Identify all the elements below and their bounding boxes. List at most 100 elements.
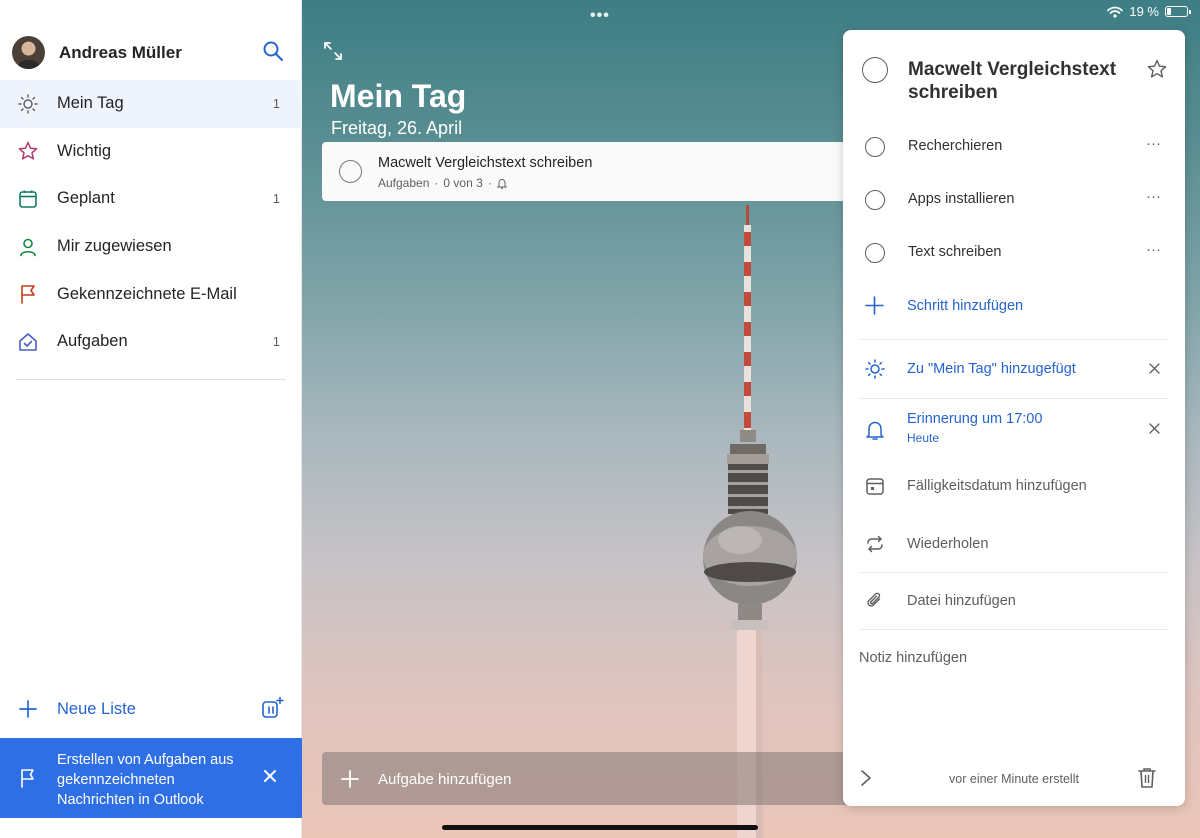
step-item[interactable]: Text schreiben ··· bbox=[843, 233, 1185, 273]
task-list-name: Aufgaben bbox=[378, 176, 430, 190]
sun-icon bbox=[865, 359, 885, 379]
multitasking-dots[interactable]: ••• bbox=[590, 7, 610, 25]
sidebar: Andreas Müller Mein Tag 1 Wichtig Geplan… bbox=[0, 0, 302, 838]
step-label[interactable]: Text schreiben bbox=[908, 244, 1002, 260]
detail-complete-checkbox[interactable] bbox=[862, 57, 888, 83]
battery-percent: 19 % bbox=[1129, 4, 1159, 19]
step-checkbox[interactable] bbox=[865, 137, 885, 157]
sidebar-item-label: Gekennzeichnete E-Mail bbox=[57, 284, 237, 303]
due-date-label: Fälligkeitsdatum hinzufügen bbox=[907, 478, 1087, 494]
task-complete-checkbox[interactable] bbox=[339, 160, 362, 183]
sidebar-item-aufgaben[interactable]: Aufgaben 1 bbox=[0, 318, 302, 366]
add-task-input[interactable]: Aufgabe hinzufügen bbox=[322, 752, 862, 805]
star-icon[interactable] bbox=[1146, 58, 1168, 80]
add-step-label: Schritt hinzufügen bbox=[907, 298, 1024, 314]
step-checkbox[interactable] bbox=[865, 190, 885, 210]
task-item[interactable]: Macwelt Vergleichstext schreiben Aufgabe… bbox=[322, 142, 862, 201]
bell-icon bbox=[866, 421, 884, 440]
divider bbox=[859, 629, 1169, 630]
add-file-row[interactable]: Datei hinzufügen bbox=[843, 581, 1185, 621]
remove-reminder-icon[interactable] bbox=[1148, 422, 1161, 435]
paperclip-icon bbox=[867, 592, 881, 607]
expand-icon[interactable] bbox=[322, 40, 344, 62]
new-list-button[interactable]: Neue Liste bbox=[0, 690, 302, 728]
sidebar-nav: Mein Tag 1 Wichtig Geplant 1 Mir zugewie… bbox=[0, 80, 302, 366]
step-more-button[interactable]: ··· bbox=[1146, 241, 1161, 258]
trash-icon[interactable] bbox=[1136, 766, 1158, 790]
sidebar-item-label: Wichtig bbox=[57, 141, 112, 160]
battery-icon bbox=[1165, 6, 1191, 17]
profile-header[interactable]: Andreas Müller bbox=[0, 30, 302, 74]
status-bar: 19 % bbox=[1107, 4, 1191, 19]
sidebar-item-mein-tag[interactable]: Mein Tag 1 bbox=[0, 80, 302, 128]
detail-title[interactable]: Macwelt Vergleichstext schreiben bbox=[908, 58, 1133, 104]
divider bbox=[859, 398, 1169, 399]
task-title: Macwelt Vergleichstext schreiben bbox=[378, 155, 593, 171]
detail-footer: vor einer Minute erstellt bbox=[843, 760, 1185, 796]
divider bbox=[859, 572, 1169, 573]
bell-icon bbox=[496, 178, 507, 189]
step-label[interactable]: Recherchieren bbox=[908, 138, 1002, 154]
add-file-label: Datei hinzufügen bbox=[907, 593, 1016, 609]
plus-icon bbox=[341, 770, 359, 788]
sidebar-item-mir-zugewiesen[interactable]: Mir zugewiesen bbox=[0, 223, 302, 271]
add-task-label: Aufgabe hinzufügen bbox=[378, 771, 512, 788]
reminder-row[interactable]: Erinnerung um 17:00 Heute bbox=[843, 406, 1185, 458]
repeat-row[interactable]: Wiederholen bbox=[843, 524, 1185, 564]
reminder-sub: Heute bbox=[907, 431, 940, 445]
sidebar-item-gekennzeichnete-email[interactable]: Gekennzeichnete E-Mail bbox=[0, 270, 302, 318]
due-date-row[interactable]: Fälligkeitsdatum hinzufügen bbox=[843, 466, 1185, 506]
divider bbox=[859, 339, 1169, 340]
calendar-icon bbox=[19, 190, 37, 208]
note-field[interactable]: Notiz hinzufügen bbox=[859, 650, 967, 666]
step-checkbox[interactable] bbox=[865, 243, 885, 263]
plus-icon bbox=[865, 296, 884, 315]
step-more-button[interactable]: ··· bbox=[1146, 135, 1161, 152]
meta-separator: · bbox=[487, 176, 492, 190]
created-timestamp: vor einer Minute erstellt bbox=[949, 772, 1079, 786]
step-more-button[interactable]: ··· bbox=[1146, 188, 1161, 205]
calendar-icon bbox=[866, 478, 884, 495]
wifi-icon bbox=[1107, 6, 1124, 18]
my-day-label: Zu "Mein Tag" hinzugefügt bbox=[907, 361, 1076, 377]
sidebar-item-wichtig[interactable]: Wichtig bbox=[0, 128, 302, 176]
sidebar-item-label: Aufgaben bbox=[57, 332, 128, 351]
meta-separator: · bbox=[434, 176, 439, 190]
user-name: Andreas Müller bbox=[59, 43, 182, 62]
close-icon[interactable] bbox=[262, 768, 278, 784]
flag-icon bbox=[21, 769, 34, 788]
outlook-banner[interactable]: Erstellen von Aufgaben aus gekennzeichne… bbox=[0, 738, 302, 818]
sidebar-item-count: 1 bbox=[272, 191, 280, 207]
new-group-icon[interactable] bbox=[260, 696, 284, 720]
sidebar-divider bbox=[16, 379, 286, 380]
step-item[interactable]: Recherchieren ··· bbox=[843, 127, 1185, 167]
home-indicator[interactable] bbox=[442, 825, 758, 830]
step-label[interactable]: Apps installieren bbox=[908, 191, 1014, 207]
sidebar-item-label: Geplant bbox=[57, 189, 115, 208]
avatar[interactable] bbox=[12, 36, 45, 69]
page-title: Mein Tag bbox=[330, 78, 467, 114]
task-detail-panel: Macwelt Vergleichstext schreiben Recherc… bbox=[843, 30, 1185, 806]
plus-icon bbox=[19, 700, 37, 718]
sidebar-item-label: Mein Tag bbox=[57, 94, 124, 113]
new-list-label: Neue Liste bbox=[57, 700, 136, 718]
page-date: Freitag, 26. April bbox=[331, 118, 463, 138]
reminder-label: Erinnerung um 17:00 bbox=[907, 411, 1043, 427]
repeat-icon bbox=[867, 535, 883, 553]
sidebar-item-count: 1 bbox=[272, 96, 280, 112]
step-item[interactable]: Apps installieren ··· bbox=[843, 180, 1185, 220]
person-icon bbox=[20, 238, 36, 256]
star-icon bbox=[18, 142, 38, 161]
repeat-label: Wiederholen bbox=[907, 536, 989, 552]
task-steps-progress: 0 von 3 bbox=[443, 176, 483, 190]
task-meta: Aufgaben · 0 von 3 · bbox=[378, 176, 507, 190]
remove-my-day-icon[interactable] bbox=[1148, 362, 1161, 375]
search-icon[interactable] bbox=[262, 40, 284, 62]
home-check-icon bbox=[19, 332, 37, 351]
sidebar-item-label: Mir zugewiesen bbox=[57, 237, 172, 256]
add-step-button[interactable]: Schritt hinzufügen bbox=[843, 286, 1185, 326]
sidebar-item-geplant[interactable]: Geplant 1 bbox=[0, 175, 302, 223]
sun-icon bbox=[18, 94, 38, 114]
my-day-row[interactable]: Zu "Mein Tag" hinzugefügt bbox=[843, 349, 1185, 389]
banner-text: Erstellen von Aufgaben aus gekennzeichne… bbox=[57, 752, 234, 808]
